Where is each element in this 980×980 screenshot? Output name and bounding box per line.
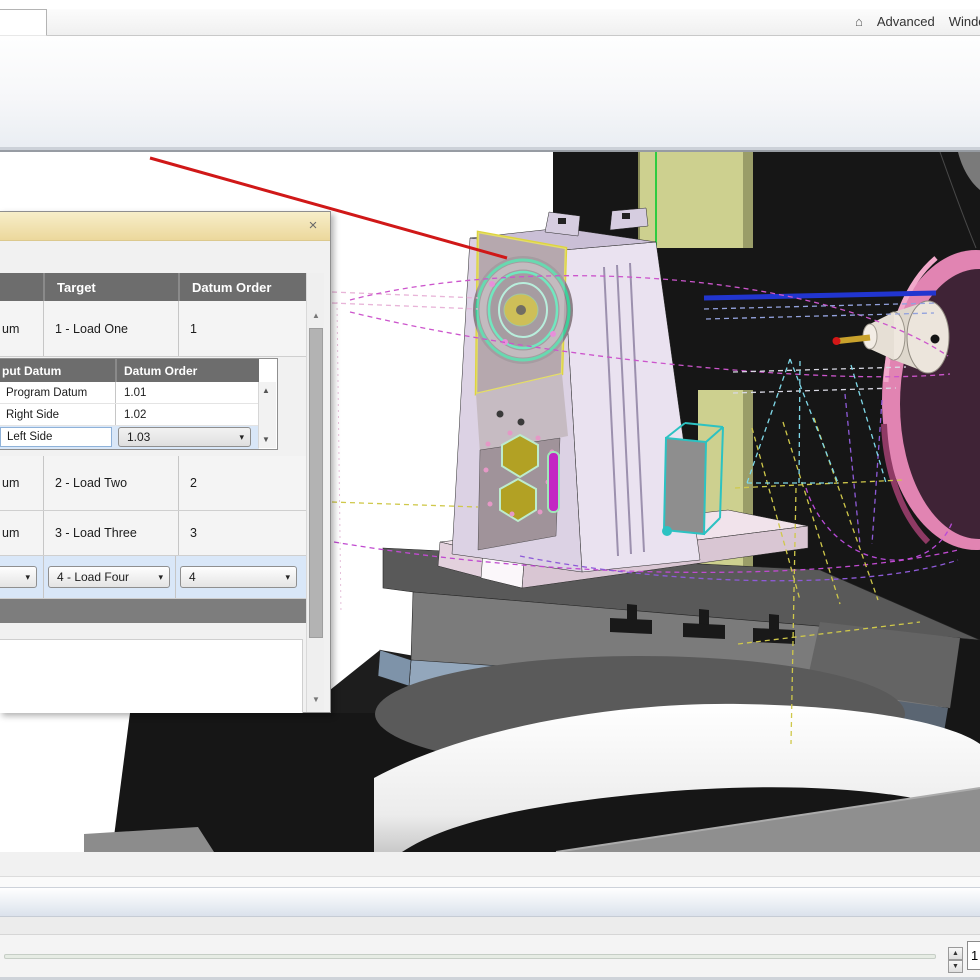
datum-subtable: put Datum Datum Order Program Datum 1.01… [0, 358, 278, 450]
cell-order: 1.01 [115, 382, 259, 403]
spin-up-button[interactable]: ▲ [948, 947, 963, 960]
order-combo[interactable]: 4 ▾ [180, 566, 297, 588]
simulation-control-bar: ▲ ▼ 1 [0, 935, 980, 977]
cell-name: Left Side [1, 428, 113, 446]
chevron-down-icon: ▾ [285, 572, 290, 583]
table-row[interactable]: um 2 - Load Two 2 [0, 456, 306, 511]
table-row[interactable]: um 1 - Load One 1 [0, 301, 306, 357]
col-header-target[interactable]: Target [43, 273, 178, 301]
status-strip-2 [0, 877, 980, 887]
cell-order: 3 [178, 511, 306, 555]
dialog-scrollbar[interactable]: ▲ ▼ [306, 273, 324, 712]
chevron-down-icon: ▾ [239, 432, 244, 443]
scroll-down-icon[interactable]: ▼ [262, 435, 270, 444]
chevron-down-icon: ▾ [25, 572, 30, 583]
ribbon-area [0, 36, 980, 152]
dialog-title-bar[interactable]: × [0, 212, 330, 241]
chevron-down-icon: ▾ [158, 572, 163, 583]
cell-datum: um [0, 511, 43, 555]
subtable-row[interactable]: Program Datum 1.01 [0, 382, 259, 404]
scrollbar-thumb[interactable] [309, 328, 323, 638]
col-header-sub-datum-order[interactable]: Datum Order [115, 359, 259, 382]
datum-combo-clipped[interactable]: ▾ [0, 566, 37, 588]
datum-order-combo[interactable]: 1.03 ▾ [118, 427, 251, 447]
cell-datum: um [0, 456, 43, 510]
cell-target: 3 - Load Three [43, 511, 178, 555]
file-tab[interactable] [0, 9, 47, 36]
scroll-up-icon[interactable]: ▲ [262, 386, 270, 395]
col-header-datum-order[interactable]: Datum Order [178, 273, 306, 301]
cell-name: Program Datum [0, 382, 115, 403]
slot-pocket [548, 452, 559, 512]
menu-item-advanced[interactable]: Advanced [877, 14, 935, 29]
scroll-down-icon[interactable]: ▼ [309, 693, 323, 707]
scroll-up-icon[interactable]: ▲ [309, 309, 323, 323]
menu-bar [0, 9, 980, 36]
cell-order: 1 [178, 301, 306, 356]
left-side-edit-cell[interactable]: Left Side [0, 427, 112, 447]
cell-target: 2 - Load Two [43, 456, 178, 510]
table-header: Target Datum Order [0, 273, 306, 301]
menu-item-window[interactable]: Window [949, 14, 980, 29]
simulation-slider[interactable] [4, 954, 936, 959]
target-combo[interactable]: 4 - Load Four ▾ [48, 566, 170, 588]
menu-items: ⌂ Advanced Window [855, 14, 980, 29]
collapsed-panel-bar[interactable] [0, 887, 980, 917]
frame-number-field[interactable]: 1 [967, 941, 980, 970]
subtable-row[interactable]: Right Side 1.02 [0, 404, 259, 426]
cell-name: Right Side [0, 404, 115, 425]
subtable-scrollbar[interactable]: ▲ ▼ [258, 382, 276, 448]
subtable-header: put Datum Datum Order [0, 359, 259, 382]
cell-datum: um [0, 301, 43, 356]
spin-down-button[interactable]: ▼ [948, 960, 963, 973]
status-strip-1 [0, 852, 980, 877]
col-header-input-datum[interactable]: put Datum [0, 359, 115, 382]
table-row[interactable]: um 3 - Load Three 3 [0, 511, 306, 556]
table-row-selected[interactable]: ▾ 4 - Load Four ▾ 4 ▾ [0, 556, 306, 599]
workpiece-part [473, 232, 573, 550]
dialog-lower-panel [0, 639, 303, 713]
cell-target: 1 - Load One [43, 301, 178, 356]
subtable-row-selected[interactable]: Left Side 1.03 ▾ [0, 426, 259, 449]
cell-order: 2 [178, 456, 306, 510]
home-icon[interactable]: ⌂ [855, 14, 863, 29]
table-footer-bar [0, 599, 306, 623]
close-icon[interactable]: × [304, 217, 322, 235]
cell-order: 1.02 [115, 404, 259, 425]
status-strip-3 [0, 917, 980, 935]
datum-order-dialog: × Target Datum Order um 1 - Load One 1 p… [0, 211, 331, 713]
